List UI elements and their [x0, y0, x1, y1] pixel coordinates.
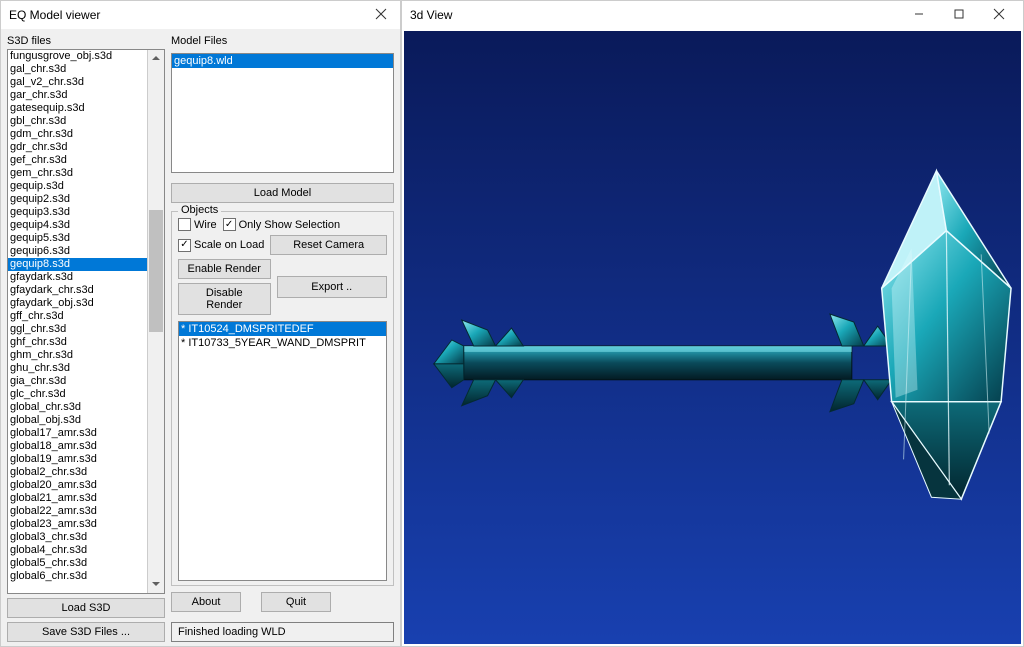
list-item[interactable]: gfaydark_obj.s3d	[8, 297, 147, 310]
3d-viewport[interactable]	[404, 31, 1021, 644]
list-item[interactable]: global23_amr.s3d	[8, 518, 147, 531]
list-item[interactable]: gdm_chr.s3d	[8, 128, 147, 141]
model-render	[404, 31, 1021, 644]
scroll-track[interactable]	[148, 67, 164, 576]
save-s3d-button[interactable]: Save S3D Files ...	[7, 622, 165, 642]
minimize-button[interactable]	[899, 3, 939, 27]
list-item[interactable]: global18_amr.s3d	[8, 440, 147, 453]
objects-legend: Objects	[178, 204, 221, 216]
close-button[interactable]	[366, 3, 396, 27]
model-file-list[interactable]: gequip8.wld	[171, 53, 394, 173]
list-item[interactable]: * IT10733_5YEAR_WAND_DMSPRIT	[179, 336, 386, 350]
list-item[interactable]: gia_chr.s3d	[8, 375, 147, 388]
list-item[interactable]: gal_chr.s3d	[8, 63, 147, 76]
status-bar: Finished loading WLD	[171, 622, 394, 642]
list-item[interactable]: glc_chr.s3d	[8, 388, 147, 401]
list-item[interactable]: global21_amr.s3d	[8, 492, 147, 505]
only-show-selection-checkbox[interactable]: Only Show Selection	[223, 218, 341, 231]
list-item[interactable]: global4_chr.s3d	[8, 544, 147, 557]
checkbox-icon	[178, 218, 191, 231]
wire-label: Wire	[194, 219, 217, 231]
only-show-label: Only Show Selection	[239, 219, 341, 231]
list-item[interactable]: global22_amr.s3d	[8, 505, 147, 518]
scroll-thumb[interactable]	[149, 210, 163, 332]
list-item[interactable]: gbl_chr.s3d	[8, 115, 147, 128]
disable-render-button[interactable]: Disable Render	[178, 283, 271, 315]
load-model-button[interactable]: Load Model	[171, 183, 394, 203]
list-item[interactable]: global2_chr.s3d	[8, 466, 147, 479]
window-title: EQ Model viewer	[5, 8, 366, 22]
maximize-icon	[953, 8, 965, 23]
export-button[interactable]: Export ..	[277, 276, 388, 298]
list-item[interactable]: gequip6.s3d	[8, 245, 147, 258]
model-files-label: Model Files	[171, 35, 394, 47]
list-item[interactable]: gequip5.s3d	[8, 232, 147, 245]
window-body: S3D files fungusgrove_obj.s3dgal_chr.s3d…	[1, 29, 400, 646]
reset-camera-button[interactable]: Reset Camera	[270, 235, 387, 255]
model-viewer-window: EQ Model viewer S3D files fungusgrove_ob…	[0, 0, 401, 647]
s3d-file-list[interactable]: fungusgrove_obj.s3dgal_chr.s3dgal_v2_chr…	[8, 50, 147, 593]
scroll-down-button[interactable]	[148, 576, 164, 593]
list-item[interactable]: global6_chr.s3d	[8, 570, 147, 583]
checkbox-icon	[178, 239, 191, 252]
list-item[interactable]: global17_amr.s3d	[8, 427, 147, 440]
chevron-down-icon	[152, 579, 160, 591]
list-item[interactable]: gequip4.s3d	[8, 219, 147, 232]
scale-label: Scale on Load	[194, 239, 264, 251]
list-item[interactable]: ghu_chr.s3d	[8, 362, 147, 375]
scale-on-load-checkbox[interactable]: Scale on Load	[178, 239, 264, 252]
list-item[interactable]: global5_chr.s3d	[8, 557, 147, 570]
quit-button[interactable]: Quit	[261, 592, 331, 612]
s3d-label: S3D files	[7, 35, 165, 47]
window-title: 3d View	[406, 8, 899, 22]
right-panel: Model Files gequip8.wld Load Model Objec…	[171, 33, 394, 642]
minimize-icon	[913, 8, 925, 23]
close-icon	[375, 8, 387, 23]
list-item[interactable]: gar_chr.s3d	[8, 89, 147, 102]
list-item[interactable]: global3_chr.s3d	[8, 531, 147, 544]
list-item[interactable]: ghm_chr.s3d	[8, 349, 147, 362]
objects-list[interactable]: * IT10524_DMSPRITEDEF* IT10733_5YEAR_WAN…	[178, 321, 387, 581]
enable-render-button[interactable]: Enable Render	[178, 259, 271, 279]
list-item[interactable]: gef_chr.s3d	[8, 154, 147, 167]
objects-fieldset: Objects Wire Only Show Selection Scale o…	[171, 211, 394, 586]
list-item[interactable]: gal_v2_chr.s3d	[8, 76, 147, 89]
scroll-up-button[interactable]	[148, 50, 164, 67]
close-icon	[993, 8, 1005, 23]
s3d-list-container: fungusgrove_obj.s3dgal_chr.s3dgal_v2_chr…	[7, 49, 165, 594]
titlebar: EQ Model viewer	[1, 1, 400, 29]
list-item[interactable]: * IT10524_DMSPRITEDEF	[179, 322, 386, 336]
list-item[interactable]: gem_chr.s3d	[8, 167, 147, 180]
list-item[interactable]: gfaydark_chr.s3d	[8, 284, 147, 297]
close-button[interactable]	[979, 3, 1019, 27]
list-item[interactable]: global20_amr.s3d	[8, 479, 147, 492]
list-item[interactable]: gequip8.s3d	[8, 258, 147, 271]
list-item[interactable]: ggl_chr.s3d	[8, 323, 147, 336]
list-item[interactable]: fungusgrove_obj.s3d	[8, 50, 147, 63]
maximize-button[interactable]	[939, 3, 979, 27]
list-item[interactable]: gequip2.s3d	[8, 193, 147, 206]
about-button[interactable]: About	[171, 592, 241, 612]
load-s3d-button[interactable]: Load S3D	[7, 598, 165, 618]
list-item[interactable]: gequip8.wld	[172, 54, 393, 68]
list-item[interactable]: global19_amr.s3d	[8, 453, 147, 466]
list-item[interactable]: gfaydark.s3d	[8, 271, 147, 284]
titlebar: 3d View	[402, 1, 1023, 29]
list-item[interactable]: gequip.s3d	[8, 180, 147, 193]
list-item[interactable]: ghf_chr.s3d	[8, 336, 147, 349]
list-item[interactable]: gff_chr.s3d	[8, 310, 147, 323]
chevron-up-icon	[152, 53, 160, 65]
list-item[interactable]: gatesequip.s3d	[8, 102, 147, 115]
list-item[interactable]: gequip3.s3d	[8, 206, 147, 219]
list-item[interactable]: global_obj.s3d	[8, 414, 147, 427]
s3d-panel: S3D files fungusgrove_obj.s3dgal_chr.s3d…	[7, 33, 165, 642]
s3d-scrollbar[interactable]	[147, 50, 164, 593]
3d-view-window: 3d View	[401, 0, 1024, 647]
checkbox-icon	[223, 218, 236, 231]
list-item[interactable]: global_chr.s3d	[8, 401, 147, 414]
list-item[interactable]: gdr_chr.s3d	[8, 141, 147, 154]
wire-checkbox[interactable]: Wire	[178, 218, 217, 231]
